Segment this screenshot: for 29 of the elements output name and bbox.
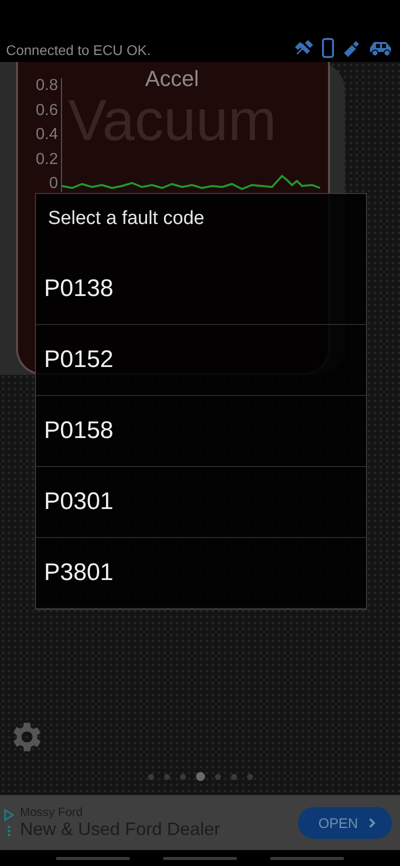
more-icon[interactable] [7,824,11,836]
page-indicator-dot[interactable] [148,774,154,780]
fault-code-item[interactable]: P0301 [36,467,366,538]
page-indicator-dot[interactable] [230,774,236,780]
gauge-title: Accel [145,66,199,92]
axis-tick-label: 0 [48,176,58,192]
ad-play-icon[interactable] [4,808,14,820]
chevron-icon [368,816,376,828]
page-indicator-dot[interactable] [180,774,186,780]
page-indicator-dot[interactable] [164,774,170,780]
fault-code-item[interactable]: P0158 [36,396,366,467]
page-indicator-dot[interactable] [246,774,252,780]
axis-tick-label: 0.6 [34,102,58,118]
page-indicator-dot[interactable] [196,772,204,781]
car-icon [368,39,394,57]
nav-handle[interactable] [270,856,344,860]
nav-handle[interactable] [56,856,130,860]
usb-stick-icon [342,39,360,57]
axis-tick-label: 0.4 [34,127,58,143]
connection-status: Connected to ECU OK. [6,42,151,58]
nav-handle[interactable] [162,856,237,860]
fault-code-item[interactable]: P0138 [36,254,366,325]
axis-tick-label: 0.8 [34,78,58,94]
page-indicator-dot[interactable] [214,774,220,780]
axis-tick-label: 0.2 [34,152,58,168]
dialog-title: Select a fault code [47,207,206,231]
phone-icon [322,38,334,58]
fault-code-item[interactable]: P0152 [36,325,366,396]
fault-code-item[interactable]: P3801 [36,538,366,609]
